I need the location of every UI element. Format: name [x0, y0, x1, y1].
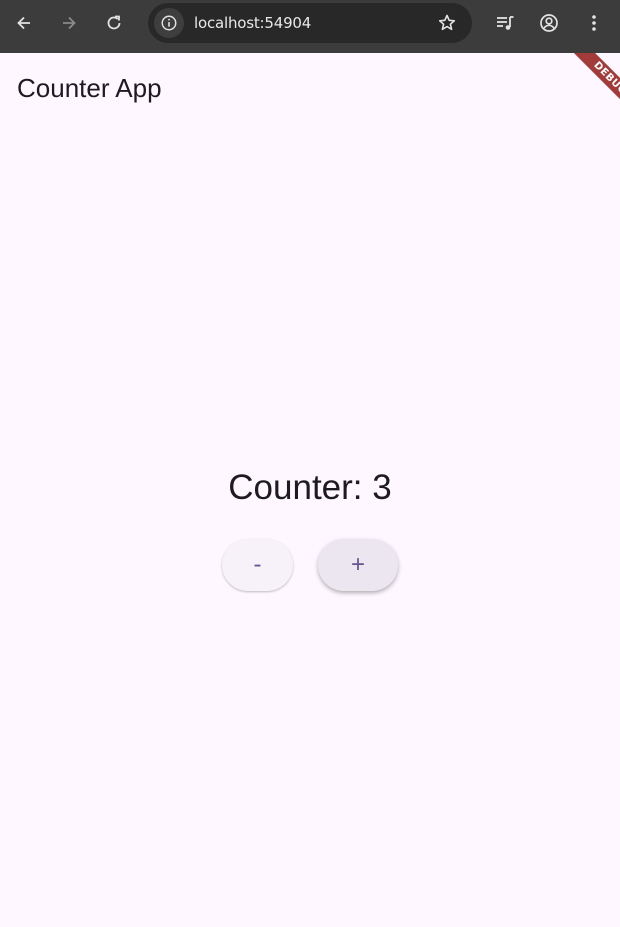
url-text[interactable]: localhost:54904: [194, 14, 311, 32]
profile-button[interactable]: [533, 7, 565, 39]
media-button[interactable]: [489, 7, 521, 39]
forward-button[interactable]: [53, 7, 85, 39]
arrow-left-icon: [17, 16, 30, 30]
decrement-button[interactable]: -: [222, 539, 293, 591]
media-queue-icon: [497, 16, 514, 30]
back-button[interactable]: [8, 7, 40, 39]
star-icon: [438, 14, 456, 31]
reload-button[interactable]: [98, 7, 130, 39]
site-info-button[interactable]: [154, 8, 184, 38]
counter-display: Counter: 3: [228, 468, 392, 507]
reload-icon: [107, 15, 121, 30]
menu-button[interactable]: [578, 7, 610, 39]
account-icon: [540, 14, 558, 32]
address-bar[interactable]: localhost:54904: [148, 3, 472, 43]
increment-button[interactable]: +: [318, 539, 398, 591]
app-title: Counter App: [17, 73, 162, 103]
arrow-right-icon: [63, 16, 76, 30]
debug-banner: DEBUG: [550, 53, 620, 123]
bookmark-button[interactable]: [436, 12, 458, 34]
debug-label: DEBUG: [569, 53, 620, 120]
kebab-menu-icon: [592, 15, 596, 31]
info-icon: [161, 15, 177, 31]
browser-toolbar: localhost:54904: [0, 0, 620, 53]
